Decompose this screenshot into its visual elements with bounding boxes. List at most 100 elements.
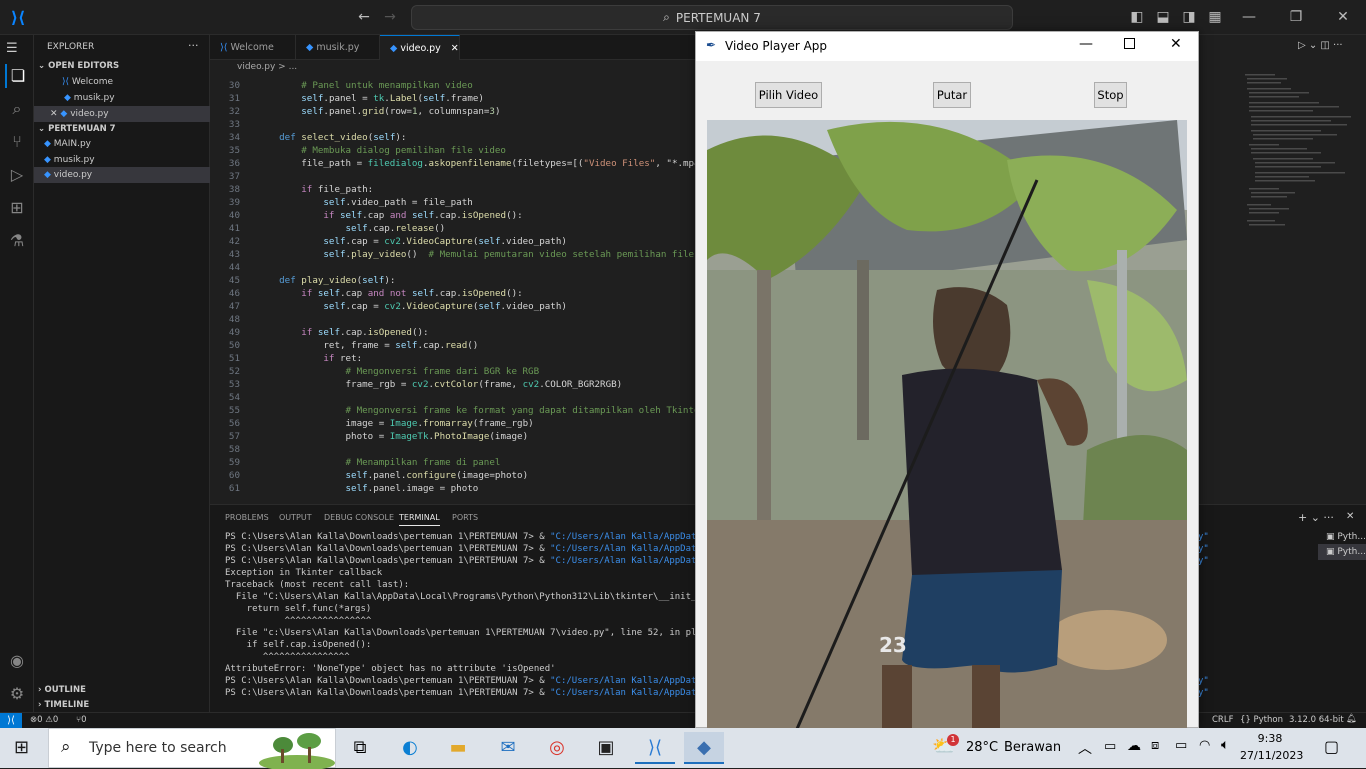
tab-ports[interactable]: PORTS	[452, 513, 478, 522]
code-line[interactable]: self.panel.image = photo	[257, 483, 479, 494]
stop-button[interactable]: Stop	[1094, 82, 1127, 108]
mail-icon[interactable]: ✉	[488, 732, 528, 764]
show-hidden-icons-icon[interactable]: ︿	[1078, 738, 1092, 758]
tab-output[interactable]: OUTPUT	[279, 513, 312, 522]
code-line[interactable]: # Mengonversi frame dari BGR ke RGB	[257, 366, 540, 377]
taskbar-time[interactable]: 9:38	[1240, 732, 1300, 745]
task-view-icon[interactable]: ⧉	[340, 732, 380, 764]
close-tab-icon[interactable]: ✕	[451, 43, 459, 54]
code-line[interactable]: photo = ImageTk.PhotoImage(image)	[257, 431, 529, 442]
code-line[interactable]: ret, frame = self.cap.read()	[257, 340, 478, 351]
extensions-icon[interactable]: ⊞	[5, 196, 29, 220]
chrome-icon[interactable]: ◎	[537, 732, 577, 764]
customize-layout-icon[interactable]: ▦	[1206, 8, 1224, 26]
close-panel-icon[interactable]: ✕	[1346, 511, 1354, 522]
code-line[interactable]: # Mengonversi frame ke format yang dapat…	[257, 405, 696, 416]
taskbar-date[interactable]: 27/11/2023	[1240, 749, 1303, 762]
weather-description[interactable]: Berawan	[1004, 740, 1061, 755]
restore-window-icon[interactable]: ❐	[1287, 8, 1305, 26]
tab-problems[interactable]: PROBLEMS	[225, 513, 269, 522]
open-editors-header[interactable]: ⌄ OPEN EDITORS	[38, 61, 119, 71]
back-arrow-icon[interactable]: ←	[355, 8, 373, 26]
onedrive-icon[interactable]: ☁	[1127, 738, 1141, 754]
open-editor-video[interactable]: ✕ ◆ video.py	[34, 106, 210, 122]
weather-temp[interactable]: 28°C	[966, 740, 998, 755]
more-actions-icon[interactable]: ···	[188, 39, 199, 52]
python-app-icon[interactable]: ◆	[684, 732, 724, 764]
new-terminal-icon[interactable]: + ⌄ ···	[1298, 511, 1334, 524]
menu-icon[interactable]: ☰	[6, 41, 18, 56]
code-line[interactable]: self.video_path = file_path	[257, 197, 472, 208]
terminal-list-item[interactable]: ▣ Pyth...	[1318, 529, 1366, 545]
code-line[interactable]: # Membuka dialog pemilihan file video	[257, 145, 506, 156]
code-line[interactable]: self.cap = cv2.VideoCapture(self.video_p…	[257, 301, 567, 312]
windows-start-icon[interactable]: ⊞	[14, 738, 34, 758]
code-line[interactable]: self.cap = cv2.VideoCapture(self.video_p…	[257, 236, 567, 247]
language-status[interactable]: {} Python	[1240, 715, 1283, 725]
code-line[interactable]: self.panel.configure(image=photo)	[257, 470, 529, 481]
minimize-icon[interactable]: —	[1079, 36, 1093, 52]
timeline-header[interactable]: › TIMELINE	[38, 700, 89, 710]
breadcrumb[interactable]: video.py > ...	[210, 60, 696, 74]
file-explorer-icon[interactable]: ▬	[438, 732, 478, 764]
tab-terminal[interactable]: TERMINAL	[399, 513, 440, 526]
volume-icon[interactable]: 🔈︎	[1221, 737, 1229, 753]
code-line[interactable]: self.cap.release()	[257, 223, 446, 234]
maximize-icon[interactable]	[1124, 38, 1135, 49]
tab-debug-console[interactable]: DEBUG CONSOLE	[324, 513, 394, 522]
file-main[interactable]: ◆ MAIN.py	[34, 136, 210, 152]
command-center-search[interactable]: ⌕ PERTEMUAN 7	[411, 5, 1013, 30]
problems-status[interactable]: ⊗0 ⚠0	[30, 715, 58, 725]
file-musik[interactable]: ◆ musik.py	[34, 152, 210, 168]
explorer-icon[interactable]: ❏	[5, 64, 29, 88]
outline-header[interactable]: › OUTLINE	[38, 685, 86, 695]
interpreter-status[interactable]: 3.12.0 64-bit	[1289, 715, 1344, 725]
settings-gear-icon[interactable]: ⚙	[5, 682, 29, 706]
remote-indicator-icon[interactable]: ⟩⟨	[0, 713, 22, 729]
tab-welcome[interactable]: ⟩⟨ Welcome	[210, 35, 296, 60]
edge-browser-icon[interactable]: ◐	[390, 732, 430, 764]
notification-bell-icon[interactable]: 🔔︎	[1346, 714, 1357, 724]
code-line[interactable]: self.panel.grid(row=1, columnspan=3)	[257, 106, 500, 117]
code-line[interactable]: def select_video(self):	[257, 132, 406, 143]
ports-status[interactable]: ⑂0	[76, 715, 87, 725]
taskbar-search-box[interactable]: ⌕ Type here to search	[48, 728, 336, 769]
meet-now-icon[interactable]: ▭	[1104, 739, 1116, 754]
run-debug-icon[interactable]: ▷	[5, 163, 29, 187]
wifi-icon[interactable]: ◠	[1199, 738, 1210, 753]
vscode-taskbar-icon[interactable]: ⟩⟨	[635, 732, 675, 764]
code-line[interactable]: if self.cap and not self.cap.isOpened():	[257, 288, 522, 299]
tab-video[interactable]: ◆ video.py ✕	[380, 35, 460, 60]
code-editor[interactable]: 30 # Panel untuk menampilkan video 31 sel…	[210, 74, 696, 504]
terminal-list-item[interactable]: ▣ Pyth...	[1318, 544, 1366, 560]
eol-status[interactable]: CRLF	[1212, 715, 1233, 725]
battery-icon[interactable]: ▭	[1175, 738, 1187, 753]
open-editor-musik[interactable]: ◆ musik.py	[34, 90, 210, 106]
toggle-secondary-sidebar-icon[interactable]: ◨	[1180, 8, 1198, 26]
source-control-icon[interactable]: ⑂	[5, 130, 29, 154]
tab-musik[interactable]: ◆ musik.py	[296, 35, 380, 60]
terminal-app-icon[interactable]: ▣	[586, 732, 626, 764]
code-line[interactable]: frame_rgb = cv2.cvtColor(frame, cv2.COLO…	[257, 379, 623, 390]
code-line[interactable]: self.panel = tk.Label(self.frame)	[257, 93, 484, 104]
screen-capture-icon[interactable]: ⧈	[1151, 738, 1159, 753]
toggle-sidebar-icon[interactable]: ◧	[1128, 8, 1146, 26]
code-line[interactable]: if file_path:	[257, 184, 373, 195]
run-python-file-icon[interactable]: ▷ ⌄ ◫ ···	[1298, 40, 1343, 51]
code-line[interactable]: if self.cap and self.cap.isOpened():	[257, 210, 522, 221]
testing-icon[interactable]: ⚗	[5, 229, 29, 253]
close-editor-icon[interactable]: ✕	[50, 109, 60, 119]
close-icon[interactable]: ✕	[1170, 36, 1182, 52]
file-video[interactable]: ◆ video.py	[34, 167, 210, 183]
putar-button[interactable]: Putar	[933, 82, 971, 108]
code-line[interactable]: def play_video(self):	[257, 275, 395, 286]
close-window-icon[interactable]: ✕	[1334, 8, 1352, 26]
code-line[interactable]: image = Image.fromarray(frame_rgb)	[257, 418, 534, 429]
forward-arrow-icon[interactable]: →	[381, 8, 399, 26]
search-icon[interactable]: ⌕	[5, 97, 29, 121]
minimize-window-icon[interactable]: —	[1240, 8, 1258, 26]
code-line[interactable]: if ret:	[257, 353, 362, 364]
code-line[interactable]: self.play_video() # Memulai pemutaran vi…	[257, 249, 694, 260]
code-line[interactable]: file_path = filedialog.askopenfilename(f…	[257, 158, 696, 169]
pilih-video-button[interactable]: Pilih Video	[755, 82, 822, 108]
